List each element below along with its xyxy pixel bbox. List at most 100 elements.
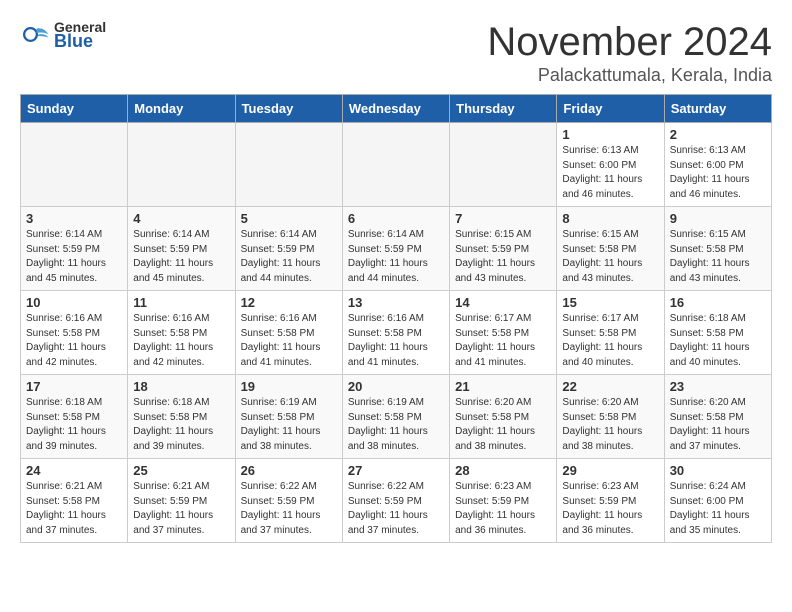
day-number: 4	[133, 211, 229, 226]
day-info: Sunrise: 6:18 AM Sunset: 5:58 PM Dayligh…	[26, 396, 122, 454]
weekday-header-friday: Friday	[557, 95, 664, 123]
day-info: Sunrise: 6:23 AM Sunset: 5:59 PM Dayligh…	[562, 480, 658, 538]
day-info: Sunrise: 6:15 AM Sunset: 5:58 PM Dayligh…	[562, 228, 658, 286]
day-number: 6	[348, 211, 444, 226]
location: Palackattumala, Kerala, India	[487, 65, 772, 86]
day-info: Sunrise: 6:19 AM Sunset: 5:58 PM Dayligh…	[241, 396, 337, 454]
calendar-cell: 6 Sunrise: 6:14 AM Sunset: 5:59 PM Daylig…	[342, 207, 449, 291]
day-info: Sunrise: 6:15 AM Sunset: 5:58 PM Dayligh…	[670, 228, 766, 286]
calendar-cell: 19 Sunrise: 6:19 AM Sunset: 5:58 PM Dayli…	[235, 375, 342, 459]
day-info: Sunrise: 6:20 AM Sunset: 5:58 PM Dayligh…	[455, 396, 551, 454]
day-info: Sunrise: 6:16 AM Sunset: 5:58 PM Dayligh…	[133, 312, 229, 370]
weekday-header-monday: Monday	[128, 95, 235, 123]
day-number: 8	[562, 211, 658, 226]
calendar-cell: 29 Sunrise: 6:23 AM Sunset: 5:59 PM Dayli…	[557, 459, 664, 543]
day-number: 12	[241, 295, 337, 310]
day-number: 26	[241, 463, 337, 478]
calendar-cell	[128, 123, 235, 207]
day-number: 5	[241, 211, 337, 226]
calendar-cell	[235, 123, 342, 207]
header: General Blue November 2024 Palackattumal…	[20, 20, 772, 86]
calendar-cell: 12 Sunrise: 6:16 AM Sunset: 5:58 PM Dayli…	[235, 291, 342, 375]
calendar-cell: 5 Sunrise: 6:14 AM Sunset: 5:59 PM Daylig…	[235, 207, 342, 291]
day-number: 16	[670, 295, 766, 310]
day-number: 18	[133, 379, 229, 394]
day-info: Sunrise: 6:17 AM Sunset: 5:58 PM Dayligh…	[455, 312, 551, 370]
day-number: 14	[455, 295, 551, 310]
calendar-cell: 20Sunrise: 6:19 AM Sunset: 5:58 PM Dayli…	[342, 375, 449, 459]
day-info: Sunrise: 6:22 AM Sunset: 5:59 PM Dayligh…	[241, 480, 337, 538]
day-number: 19	[241, 379, 337, 394]
calendar-cell: 1 Sunrise: 6:13 AM Sunset: 6:00 PM Daylig…	[557, 123, 664, 207]
logo-blue: Blue	[54, 32, 106, 52]
calendar-cell	[450, 123, 557, 207]
day-number: 29	[562, 463, 658, 478]
weekday-header-thursday: Thursday	[450, 95, 557, 123]
day-number: 25	[133, 463, 229, 478]
calendar-week-row: 1 Sunrise: 6:13 AM Sunset: 6:00 PM Daylig…	[21, 123, 772, 207]
day-number: 9	[670, 211, 766, 226]
day-info: Sunrise: 6:18 AM Sunset: 5:58 PM Dayligh…	[133, 396, 229, 454]
calendar-cell: 14 Sunrise: 6:17 AM Sunset: 5:58 PM Dayli…	[450, 291, 557, 375]
day-info: Sunrise: 6:14 AM Sunset: 5:59 PM Dayligh…	[241, 228, 337, 286]
day-info: Sunrise: 6:13 AM Sunset: 6:00 PM Dayligh…	[562, 144, 658, 202]
day-info: Sunrise: 6:20 AM Sunset: 5:58 PM Dayligh…	[670, 396, 766, 454]
calendar-cell: 18 Sunrise: 6:18 AM Sunset: 5:58 PM Dayli…	[128, 375, 235, 459]
calendar-cell: 8 Sunrise: 6:15 AM Sunset: 5:58 PM Daylig…	[557, 207, 664, 291]
weekday-header-tuesday: Tuesday	[235, 95, 342, 123]
day-info: Sunrise: 6:18 AM Sunset: 5:58 PM Dayligh…	[670, 312, 766, 370]
day-number: 23	[670, 379, 766, 394]
weekday-header-wednesday: Wednesday	[342, 95, 449, 123]
day-number: 24	[26, 463, 122, 478]
calendar-cell: 9 Sunrise: 6:15 AM Sunset: 5:58 PM Daylig…	[664, 207, 771, 291]
day-number: 27	[348, 463, 444, 478]
calendar-cell: 15 Sunrise: 6:17 AM Sunset: 5:58 PM Dayli…	[557, 291, 664, 375]
title-block: November 2024 Palackattumala, Kerala, In…	[487, 20, 772, 86]
calendar-cell: 28 Sunrise: 6:23 AM Sunset: 5:59 PM Dayli…	[450, 459, 557, 543]
day-info: Sunrise: 6:23 AM Sunset: 5:59 PM Dayligh…	[455, 480, 551, 538]
calendar-cell: 23 Sunrise: 6:20 AM Sunset: 5:58 PM Dayli…	[664, 375, 771, 459]
calendar-cell: 24 Sunrise: 6:21 AM Sunset: 5:58 PM Dayli…	[21, 459, 128, 543]
calendar-cell: 17 Sunrise: 6:18 AM Sunset: 5:58 PM Dayli…	[21, 375, 128, 459]
calendar-cell: 11 Sunrise: 6:16 AM Sunset: 5:58 PM Dayli…	[128, 291, 235, 375]
calendar-cell	[21, 123, 128, 207]
day-number: 28	[455, 463, 551, 478]
calendar-cell: 13Sunrise: 6:16 AM Sunset: 5:58 PM Dayli…	[342, 291, 449, 375]
day-info: Sunrise: 6:16 AM Sunset: 5:58 PM Dayligh…	[26, 312, 122, 370]
calendar-cell: 25 Sunrise: 6:21 AM Sunset: 5:59 PM Dayli…	[128, 459, 235, 543]
day-number: 21	[455, 379, 551, 394]
calendar-cell: 7 Sunrise: 6:15 AM Sunset: 5:59 PM Daylig…	[450, 207, 557, 291]
day-number: 7	[455, 211, 551, 226]
calendar-week-row: 17 Sunrise: 6:18 AM Sunset: 5:58 PM Dayli…	[21, 375, 772, 459]
calendar-cell: 22Sunrise: 6:20 AM Sunset: 5:58 PM Dayli…	[557, 375, 664, 459]
day-info: Sunrise: 6:16 AM Sunset: 5:58 PM Dayligh…	[241, 312, 337, 370]
day-number: 11	[133, 295, 229, 310]
calendar-table: SundayMondayTuesdayWednesdayThursdayFrid…	[20, 94, 772, 543]
day-number: 20	[348, 379, 444, 394]
main-container: General Blue November 2024 Palackattumal…	[0, 0, 792, 553]
day-info: Sunrise: 6:17 AM Sunset: 5:58 PM Dayligh…	[562, 312, 658, 370]
day-number: 13	[348, 295, 444, 310]
day-number: 15	[562, 295, 658, 310]
day-info: Sunrise: 6:21 AM Sunset: 5:58 PM Dayligh…	[26, 480, 122, 538]
day-number: 1	[562, 127, 658, 142]
day-number: 10	[26, 295, 122, 310]
day-info: Sunrise: 6:21 AM Sunset: 5:59 PM Dayligh…	[133, 480, 229, 538]
calendar-week-row: 3 Sunrise: 6:14 AM Sunset: 5:59 PM Daylig…	[21, 207, 772, 291]
weekday-header-saturday: Saturday	[664, 95, 771, 123]
day-number: 2	[670, 127, 766, 142]
day-info: Sunrise: 6:14 AM Sunset: 5:59 PM Dayligh…	[348, 228, 444, 286]
day-info: Sunrise: 6:14 AM Sunset: 5:59 PM Dayligh…	[133, 228, 229, 286]
day-info: Sunrise: 6:14 AM Sunset: 5:59 PM Dayligh…	[26, 228, 122, 286]
day-info: Sunrise: 6:22 AM Sunset: 5:59 PM Dayligh…	[348, 480, 444, 538]
day-info: Sunrise: 6:15 AM Sunset: 5:59 PM Dayligh…	[455, 228, 551, 286]
calendar-cell: 4 Sunrise: 6:14 AM Sunset: 5:59 PM Daylig…	[128, 207, 235, 291]
logo: General Blue	[20, 20, 106, 52]
calendar-cell: 26 Sunrise: 6:22 AM Sunset: 5:59 PM Dayli…	[235, 459, 342, 543]
day-number: 17	[26, 379, 122, 394]
calendar-header-row: SundayMondayTuesdayWednesdayThursdayFrid…	[21, 95, 772, 123]
calendar-week-row: 10 Sunrise: 6:16 AM Sunset: 5:58 PM Dayli…	[21, 291, 772, 375]
calendar-cell: 27 Sunrise: 6:22 AM Sunset: 5:59 PM Dayli…	[342, 459, 449, 543]
day-number: 3	[26, 211, 122, 226]
logo-text: General Blue	[54, 20, 106, 52]
